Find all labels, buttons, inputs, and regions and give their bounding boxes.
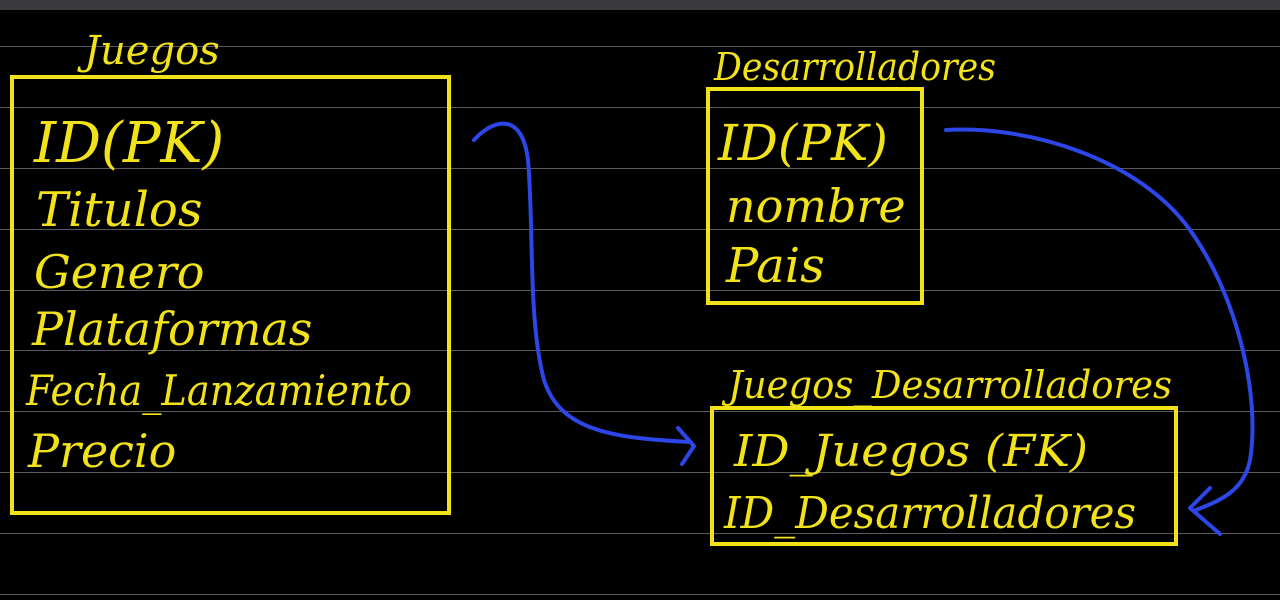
diagram-canvas: Juegos ID(PK) Titulos Genero Plataformas… (10, 28, 1255, 546)
field-juegos-titulos: Titulos (36, 182, 202, 238)
arrowhead-desarrolladores (1188, 486, 1222, 536)
field-juegos-fecha: Fecha_Lanzamiento (25, 366, 412, 415)
table-juegos-title: Juegos (77, 28, 220, 74)
field-juegos-precio: Precio (27, 424, 176, 478)
arrowhead-juegos (676, 426, 696, 466)
field-desarrolladores-pais: Pais (725, 238, 825, 294)
table-desarrolladores: Desarrolladores ID(PK) nombre Pais (706, 45, 996, 305)
field-desarrolladores-id: ID(PK) (717, 114, 888, 172)
field-id-juegos-fk: ID_Juegos (FK) (733, 426, 1088, 477)
field-juegos-plataformas: Plataformas (31, 302, 312, 356)
field-id-desarrolladores: ID_Desarrolladores (723, 488, 1136, 539)
table-desarrolladores-title: Desarrolladores (713, 45, 996, 89)
field-juegos-id: ID(PK) (33, 111, 224, 176)
field-juegos-genero: Genero (34, 245, 205, 299)
table-juegos-desarrolladores: Juegos_Desarrolladores ID_Juegos (FK) ID… (710, 363, 1178, 546)
table-juegos: Juegos ID(PK) Titulos Genero Plataformas… (10, 28, 451, 515)
relation-arrow-juegos (472, 121, 692, 444)
table-juegos-desarrolladores-title: Juegos_Desarrolladores (721, 363, 1172, 408)
field-desarrolladores-nombre: nombre (726, 179, 906, 233)
